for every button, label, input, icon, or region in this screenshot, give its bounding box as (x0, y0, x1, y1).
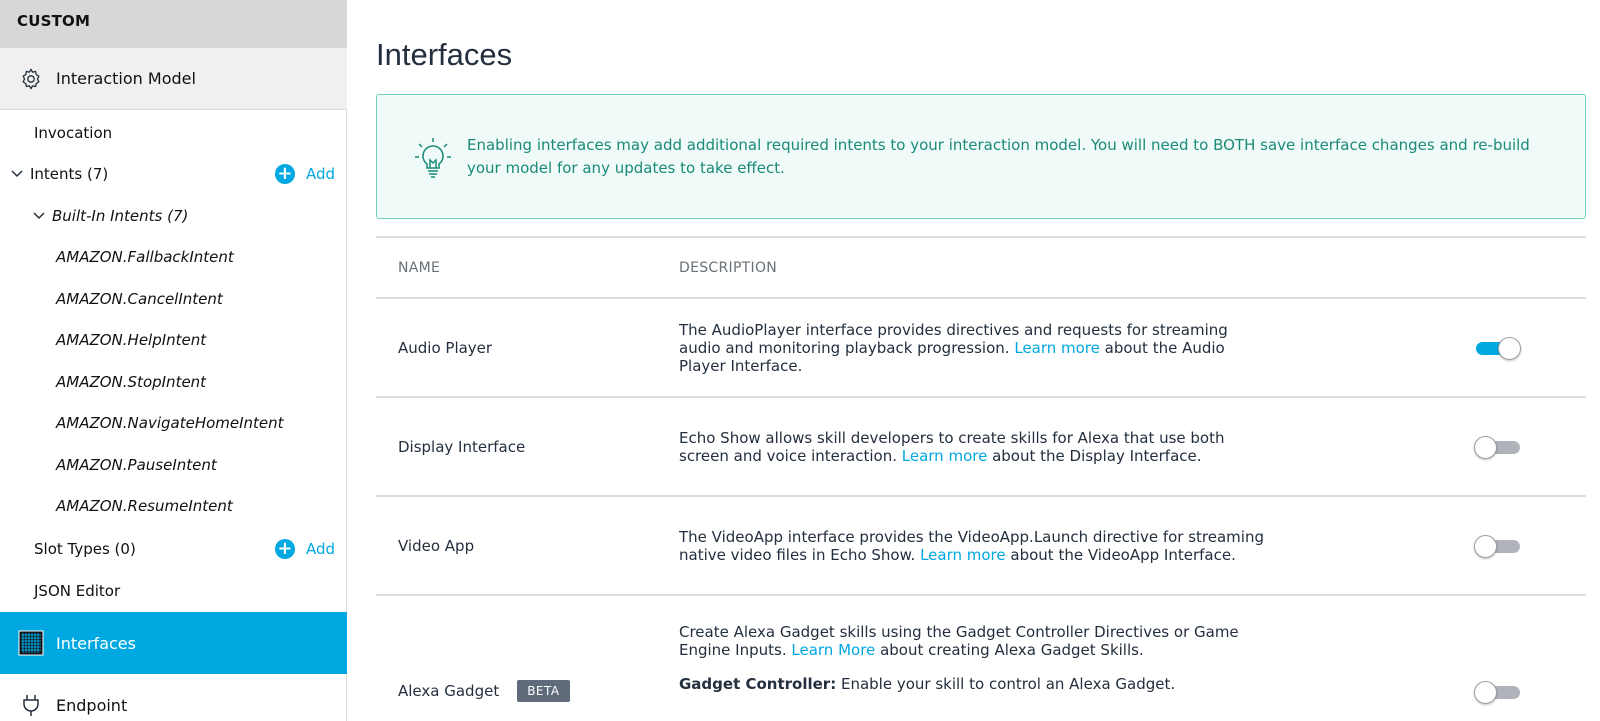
table-row: Video App The VideoApp interface provide… (376, 497, 1586, 596)
sidebar-section-label: Interfaces (56, 633, 136, 653)
column-header-description: DESCRIPTION (679, 259, 778, 276)
plus-icon: + (274, 164, 295, 184)
interface-name: Audio Player (398, 338, 493, 357)
table-header: NAME DESCRIPTION (376, 236, 1586, 299)
sidebar-section-interfaces[interactable]: Interfaces (0, 612, 347, 674)
sidebar-item-intent[interactable]: AMAZON.CancelIntent (0, 284, 347, 314)
interface-description: Create Alexa Gadget skills using the Gad… (679, 623, 1239, 693)
interface-name: Display Interface (398, 437, 526, 456)
sidebar-section-label: Endpoint (56, 695, 128, 715)
learn-more-link[interactable]: Learn More (791, 641, 875, 659)
sidebar-header: CUSTOM (0, 0, 347, 48)
add-slot-type-button[interactable]: + Add (274, 539, 335, 559)
sidebar-item-intents[interactable]: Intents (7) + Add (0, 159, 347, 189)
sidebar-item-label: Invocation (34, 124, 113, 142)
sidebar-item-intent[interactable]: AMAZON.FallbackIntent (0, 242, 347, 272)
sidebar-item-intent[interactable]: AMAZON.NavigateHomeIntent (0, 408, 347, 438)
column-header-name: NAME (398, 259, 441, 276)
chevron-down-icon[interactable] (10, 167, 24, 181)
interface-description: Echo Show allows skill developers to cre… (679, 428, 1225, 465)
sidebar-item-json-editor[interactable]: JSON Editor (0, 576, 347, 606)
gadget-controller-toggle[interactable] (1474, 680, 1520, 704)
learn-more-link[interactable]: Learn more (902, 447, 988, 465)
sidebar-item-label: Built-In Intents (7) (52, 207, 189, 225)
learn-more-link[interactable]: Learn more (920, 546, 1006, 564)
sidebar-item-intent[interactable]: AMAZON.HelpIntent (0, 325, 347, 355)
beta-badge: BETA (517, 680, 570, 702)
gear-icon (18, 66, 44, 92)
interface-description: The AudioPlayer interface provides direc… (679, 320, 1228, 375)
plus-icon: + (274, 539, 295, 559)
audio-player-toggle[interactable] (1474, 336, 1521, 360)
sidebar-item-label: Slot Types (0) (34, 540, 136, 558)
sidebar-item-label: Intents (7) (30, 165, 109, 183)
chevron-down-icon[interactable] (32, 209, 46, 223)
lightbulb-icon (413, 135, 453, 179)
sidebar-item-intent[interactable]: AMAZON.PauseIntent (0, 450, 347, 480)
interface-name: Alexa Gadget BETA (376, 630, 679, 702)
info-text: Enabling interfaces may add additional r… (467, 135, 1530, 177)
add-intent-button[interactable]: + Add (274, 164, 335, 184)
interfaces-table: NAME DESCRIPTION Audio Player The AudioP… (376, 236, 1586, 721)
video-app-toggle[interactable] (1474, 534, 1520, 558)
sidebar-item-label: JSON Editor (34, 582, 121, 600)
sidebar-item-intent[interactable]: AMAZON.StopIntent (0, 367, 347, 397)
sidebar-item-intent[interactable]: AMAZON.ResumeIntent (0, 491, 347, 521)
plug-icon (18, 692, 44, 718)
sidebar: CUSTOM Interaction Model Invocation Inte… (0, 0, 347, 721)
main-content: Interfaces Enabling interfaces may add a… (347, 0, 1600, 721)
sidebar-section-interaction-model[interactable]: Interaction Model (0, 48, 347, 110)
learn-more-link[interactable]: Learn more (1014, 339, 1100, 357)
grid-icon (18, 630, 44, 656)
sidebar-item-builtin-intents[interactable]: Built-In Intents (7) (0, 201, 347, 231)
interface-description: The VideoApp interface provides the Vide… (679, 527, 1264, 564)
gadget-controller-label: Gadget Controller: (679, 675, 837, 693)
table-row: Audio Player The AudioPlayer interface p… (376, 299, 1586, 398)
sidebar-section-label: Interaction Model (56, 69, 196, 88)
info-banner: Enabling interfaces may add additional r… (376, 94, 1586, 219)
sidebar-section-endpoint[interactable]: Endpoint (0, 674, 347, 721)
table-row: Alexa Gadget BETA Create Alexa Gadget sk… (376, 596, 1586, 721)
sidebar-item-invocation[interactable]: Invocation (0, 118, 347, 148)
sidebar-item-slot-types[interactable]: Slot Types (0) + Add (0, 534, 347, 564)
interface-name: Video App (398, 536, 475, 555)
table-row: Display Interface Echo Show allows skill… (376, 398, 1586, 497)
display-interface-toggle[interactable] (1474, 435, 1520, 459)
page-title: Interfaces (376, 37, 513, 72)
